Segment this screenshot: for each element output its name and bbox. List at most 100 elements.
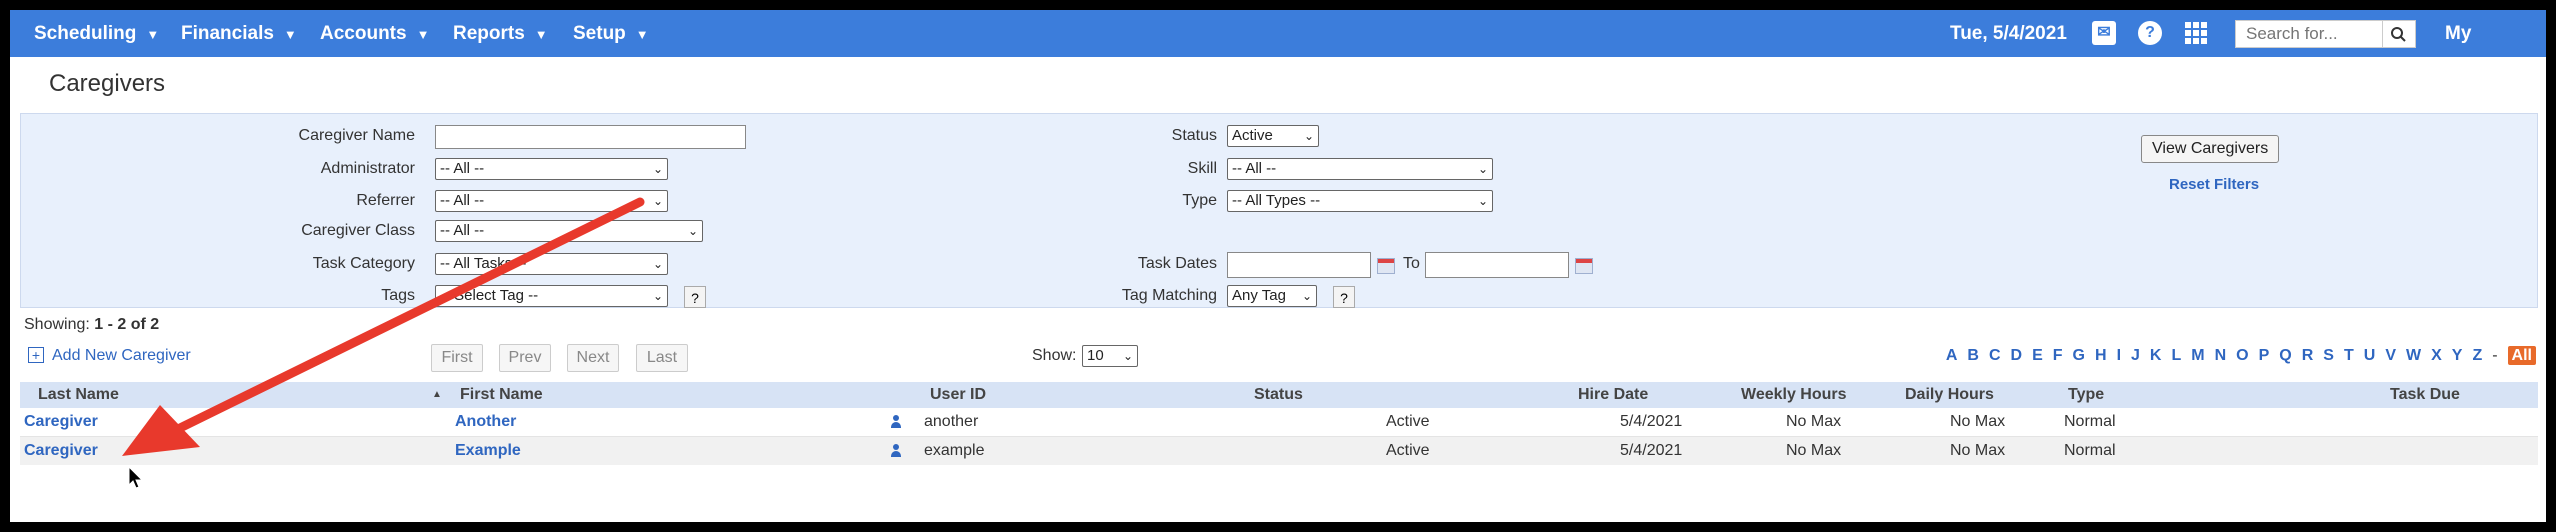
alpha-letter-h[interactable]: H	[2095, 347, 2107, 364]
type-select[interactable]: -- All Types -- ⌄	[1227, 190, 1493, 212]
col-hire-date[interactable]: Hire Date	[1578, 382, 1648, 408]
cell-status: Active	[1386, 442, 1430, 459]
alpha-letter-y[interactable]: Y	[2452, 347, 2463, 364]
alpha-letter-a[interactable]: A	[1946, 347, 1958, 364]
nav-financials[interactable]: Financials ▼	[181, 10, 297, 57]
tag-matching-label: Tag Matching	[1121, 287, 1217, 304]
pager-last-button[interactable]: Last	[636, 344, 688, 372]
alpha-letter-i[interactable]: I	[2117, 347, 2121, 364]
alpha-letter-x[interactable]: X	[2431, 347, 2442, 364]
current-date: Tue, 5/4/2021	[1950, 23, 2067, 44]
page-size-select[interactable]: 10 ⌄	[1082, 345, 1138, 367]
alpha-letter-t[interactable]: T	[2344, 347, 2354, 364]
user-menu[interactable]: My eRSP ▼	[2445, 10, 2546, 91]
pager-first-button[interactable]: First	[431, 344, 483, 372]
administrator-select[interactable]: -- All -- ⌄	[435, 158, 668, 180]
tags-select[interactable]: -- Select Tag -- ⌄	[435, 285, 668, 307]
alpha-letter-v[interactable]: V	[2385, 347, 2396, 364]
apps-grid-icon[interactable]	[2185, 22, 2207, 44]
referrer-select[interactable]: -- All -- ⌄	[435, 190, 668, 212]
col-user-id[interactable]: User ID	[930, 382, 986, 408]
alpha-letter-n[interactable]: N	[2215, 347, 2227, 364]
task-date-to-input[interactable]	[1425, 252, 1569, 278]
alpha-letter-b[interactable]: B	[1967, 347, 1979, 364]
cell-last-name[interactable]: Caregiver	[24, 437, 98, 465]
caregiver-name-input[interactable]	[435, 125, 746, 149]
tag-matching-value: Any Tag	[1232, 287, 1286, 304]
search-input[interactable]	[2235, 20, 2383, 48]
cell-user-id: example	[924, 442, 985, 459]
alpha-letter-w[interactable]: W	[2406, 347, 2421, 364]
alpha-letter-e[interactable]: E	[2032, 347, 2043, 364]
cell-last-name[interactable]: Caregiver	[24, 408, 98, 436]
nav-scheduling-label: Scheduling	[34, 23, 137, 44]
alpha-letter-j[interactable]: J	[2131, 347, 2140, 364]
col-last-name[interactable]: Last Name	[38, 382, 119, 408]
alpha-letter-l[interactable]: L	[2171, 347, 2181, 364]
tags-value: -- Select Tag --	[440, 287, 539, 304]
add-new-caregiver-link[interactable]: + Add New Caregiver	[28, 347, 191, 365]
task-category-value: -- All Tasks --	[440, 255, 527, 272]
alpha-all[interactable]: All	[2507, 346, 2536, 365]
task-dates-label: Task Dates	[1137, 255, 1217, 272]
status-select[interactable]: Active ⌄	[1227, 125, 1319, 147]
tags-help-button[interactable]: ?	[684, 286, 706, 308]
alpha-letter-k[interactable]: K	[2150, 347, 2162, 364]
cell-first-name[interactable]: Another	[455, 408, 516, 436]
nav-accounts[interactable]: Accounts ▼	[320, 10, 429, 57]
calendar-icon[interactable]	[1377, 258, 1395, 274]
administrator-label: Administrator	[320, 160, 415, 177]
pager-next-button[interactable]: Next	[567, 344, 619, 372]
chevron-down-icon: ⌄	[1301, 289, 1312, 303]
status-value: Active	[1232, 127, 1273, 144]
user-profile-icon[interactable]	[890, 415, 902, 429]
filter-panel: Caregiver Name Administrator -- All -- ⌄ …	[20, 113, 2538, 308]
cell-first-name[interactable]: Example	[455, 437, 521, 465]
nav-scheduling[interactable]: Scheduling ▼	[34, 10, 159, 57]
alpha-letter-u[interactable]: U	[2364, 347, 2376, 364]
alpha-letter-r[interactable]: R	[2302, 347, 2314, 364]
mail-icon[interactable]: ✉	[2092, 21, 2116, 45]
chevron-down-icon: ▼	[146, 27, 160, 42]
nav-reports[interactable]: Reports ▼	[453, 10, 548, 57]
task-date-from-input[interactable]	[1227, 252, 1371, 278]
col-first-name[interactable]: First Name	[460, 382, 543, 408]
caregiver-class-select[interactable]: -- All -- ⌄	[435, 220, 703, 242]
alpha-letter-z[interactable]: Z	[2472, 347, 2482, 364]
col-weekly-hours[interactable]: Weekly Hours	[1741, 382, 1847, 408]
cell-user-id: another	[924, 413, 979, 430]
col-task-due[interactable]: Task Due	[2390, 382, 2460, 408]
table-header: Last Name ▲ First Name User ID Status Hi…	[20, 382, 2538, 408]
alpha-letter-p[interactable]: P	[2259, 347, 2270, 364]
calendar-icon[interactable]	[1575, 258, 1593, 274]
chevron-down-icon: ▼	[283, 27, 297, 42]
reset-filters-link[interactable]: Reset Filters	[2169, 176, 2259, 193]
caregiver-class-label: Caregiver Class	[301, 222, 415, 239]
alpha-letter-f[interactable]: F	[2053, 347, 2063, 364]
alphabet-filter: A B C D E F G H I J K L M N O P Q R S T U V W X Y Z - All	[1936, 346, 2536, 365]
task-category-select[interactable]: -- All Tasks -- ⌄	[435, 253, 668, 275]
chevron-down-icon: ⌄	[652, 289, 663, 303]
help-icon[interactable]: ?	[2138, 21, 2162, 45]
alpha-letter-c[interactable]: C	[1989, 347, 2001, 364]
alpha-letter-m[interactable]: M	[2191, 347, 2204, 364]
alpha-letter-s[interactable]: S	[2323, 347, 2334, 364]
nav-reports-label: Reports	[453, 23, 525, 44]
task-dates-to-label: To	[1403, 255, 1420, 272]
pager-prev-button[interactable]: Prev	[499, 344, 551, 372]
view-caregivers-button[interactable]: View Caregivers	[2141, 135, 2280, 163]
search-button[interactable]	[2382, 20, 2416, 48]
user-profile-icon[interactable]	[890, 444, 902, 458]
col-daily-hours[interactable]: Daily Hours	[1905, 382, 1994, 408]
alpha-letter-o[interactable]: O	[2236, 347, 2248, 364]
nav-setup[interactable]: Setup ▼	[573, 10, 649, 57]
col-type[interactable]: Type	[2068, 382, 2104, 408]
tag-matching-select[interactable]: Any Tag ⌄	[1227, 285, 1317, 307]
tag-matching-help-button[interactable]: ?	[1333, 286, 1355, 308]
alpha-letter-g[interactable]: G	[2073, 347, 2085, 364]
col-status[interactable]: Status	[1254, 382, 1303, 408]
alpha-letter-d[interactable]: D	[2011, 347, 2023, 364]
nav-financials-label: Financials	[181, 23, 274, 44]
alpha-letter-q[interactable]: Q	[2279, 347, 2291, 364]
skill-select[interactable]: -- All -- ⌄	[1227, 158, 1493, 180]
